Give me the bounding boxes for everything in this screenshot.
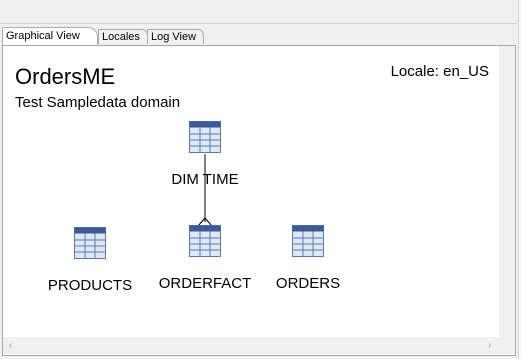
scrollbar-corner (499, 337, 515, 354)
node-label-orders[interactable]: ORDERS (276, 275, 340, 292)
table-icon[interactable] (74, 227, 106, 259)
graphical-view-panel: OrdersME Test Sampledata domain Locale: … (2, 45, 516, 356)
view-tabs: Graphical View Locales Log View (2, 27, 516, 46)
scroll-left-icon[interactable]: ‹ (9, 337, 12, 354)
node-label-dim-time[interactable]: DIM TIME (171, 171, 238, 188)
vertical-scrollbar[interactable] (499, 46, 515, 337)
tab-graphical-view[interactable]: Graphical View (2, 27, 98, 45)
divider (0, 23, 517, 24)
node-label-products[interactable]: PRODUCTS (48, 277, 132, 294)
horizontal-scrollbar[interactable]: ‹ › (3, 337, 499, 354)
diagram-canvas[interactable]: OrdersME Test Sampledata domain Locale: … (3, 46, 499, 337)
table-icon[interactable] (292, 225, 324, 257)
node-label-orderfact[interactable]: ORDERFACT (159, 275, 252, 292)
table-icon[interactable] (189, 121, 221, 153)
window-top-strip (0, 0, 521, 24)
table-icon[interactable] (189, 225, 221, 257)
tab-log-view[interactable]: Log View (147, 29, 204, 44)
scroll-right-icon[interactable]: › (488, 337, 491, 354)
tab-locales[interactable]: Locales (98, 29, 148, 44)
